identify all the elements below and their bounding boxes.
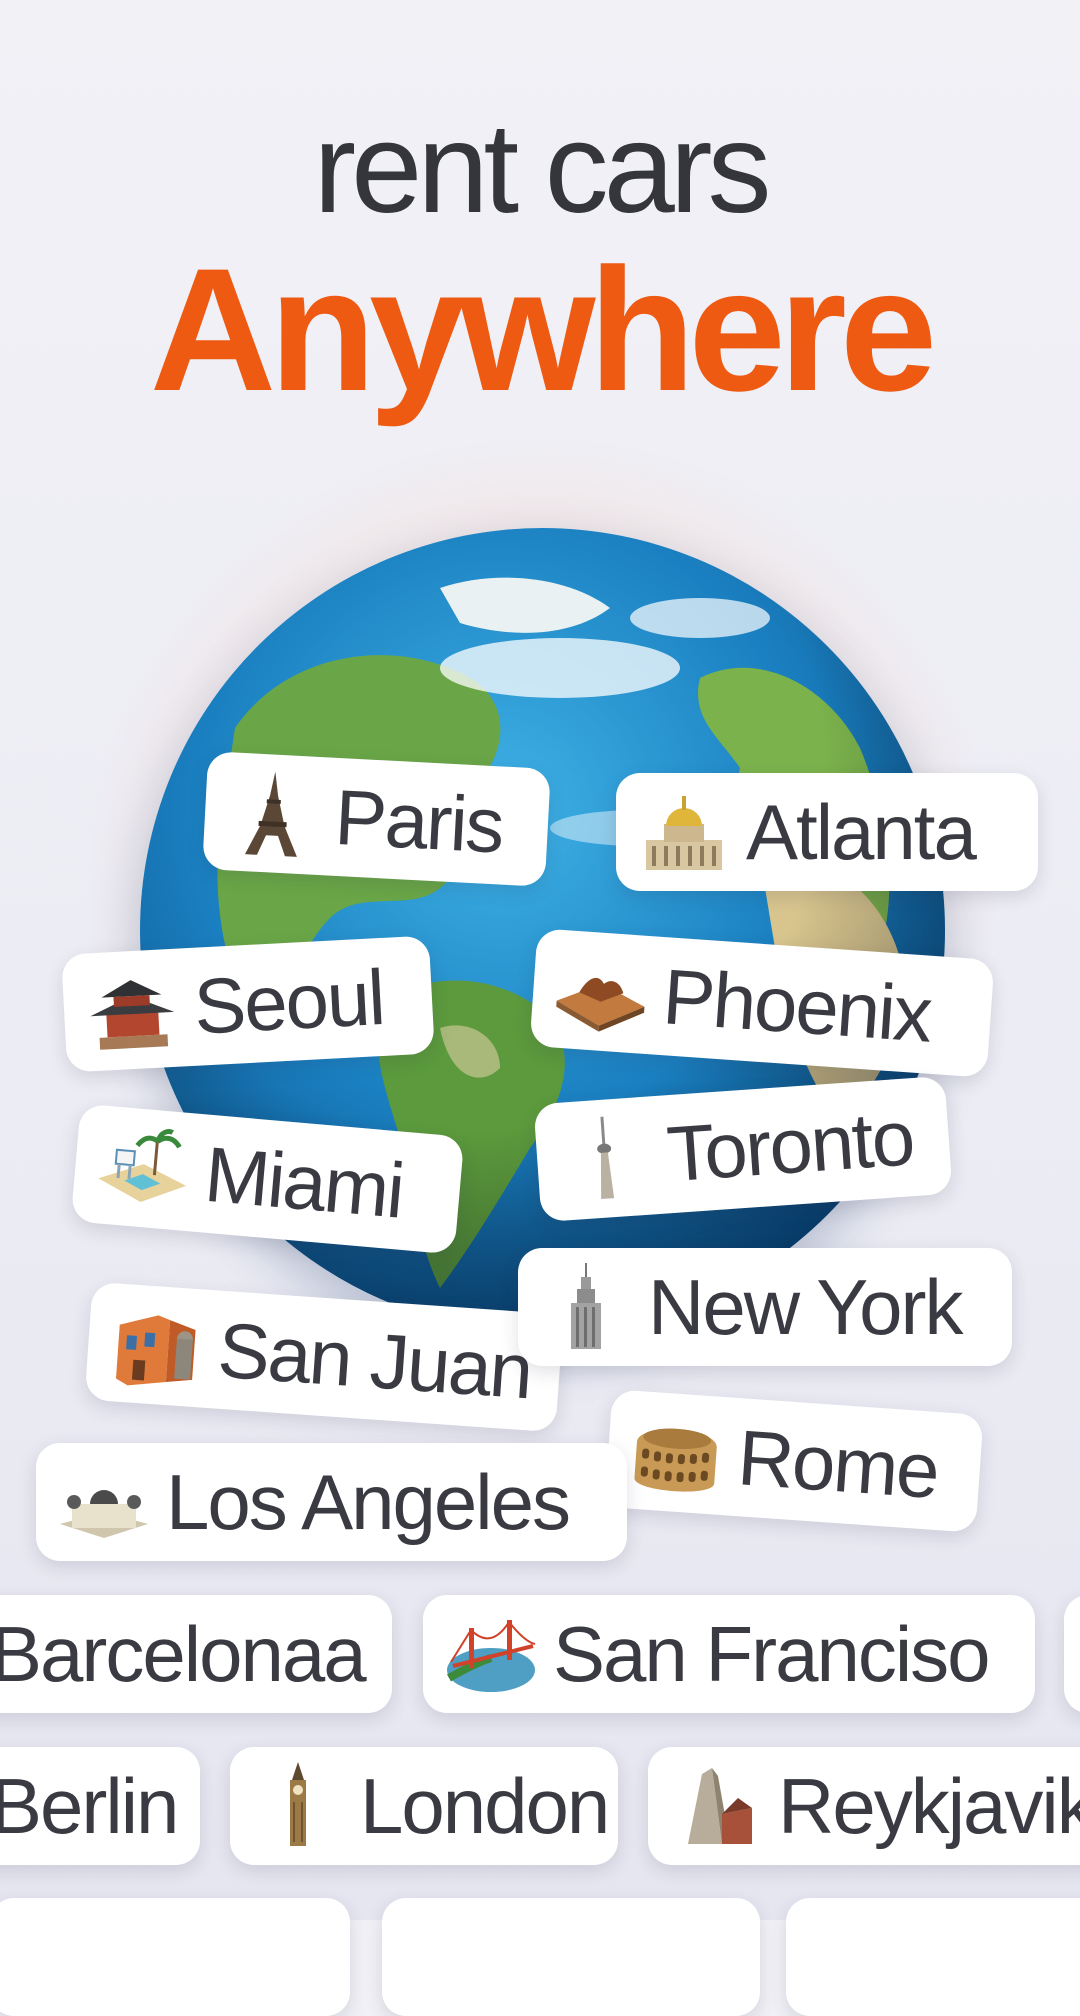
city-label: London [360,1762,610,1850]
city-chip-rome[interactable]: Rome [604,1389,984,1533]
city-label: San Franciso [553,1610,991,1698]
pagoda-icon [90,980,175,1050]
city-label: Atlanta [746,788,977,876]
headline-rent-cars: rent cars [313,97,772,240]
city-chip-san-franciso[interactable]: San Franciso [423,1595,1035,1713]
city-chip-partial-bottom-2[interactable] [382,1898,760,2016]
city-chip-partial-bottom-3[interactable] [786,1898,1080,2016]
city-chip-atlanta[interactable]: Atlanta [616,773,1038,891]
city-label: Berlin [0,1762,179,1850]
big-ben-icon [290,1762,306,1846]
colonial-house-icon [115,1315,196,1386]
city-chip-berlin[interactable]: Berlin [0,1747,200,1865]
capitol-building-icon [646,796,722,870]
city-label: Paris [332,772,505,870]
city-label: Phoenix [660,952,934,1059]
cn-tower-icon [597,1116,615,1200]
city-chip-partial-bottom-1[interactable] [0,1898,350,2016]
city-label: Barcelonaa [0,1610,367,1698]
city-label: Toronto [664,1093,916,1199]
golden-gate-icon [447,1620,536,1692]
city-chip-barcelonaa[interactable]: Barcelonaa [0,1595,392,1713]
city-chip-reykjavik[interactable]: Reykjavik [648,1747,1080,1865]
empire-state-icon [571,1263,601,1349]
eiffel-tower-icon [244,771,297,857]
city-chip-london[interactable]: London [230,1747,618,1865]
city-chip-los-angeles[interactable]: Los Angeles [36,1443,627,1561]
church-icon [688,1768,752,1844]
observatory-icon [60,1490,148,1538]
city-chip-seoul[interactable]: Seoul [61,935,435,1073]
city-label: Seoul [191,952,386,1051]
city-chip-partial-right[interactable] [1064,1595,1080,1713]
desert-mesa-icon [556,977,645,1032]
city-label: San Juan [215,1305,535,1416]
city-label: New York [648,1263,964,1351]
city-label: Rome [735,1413,941,1515]
colosseum-icon [634,1428,717,1492]
city-chip-paris[interactable]: Paris [202,751,551,887]
lifeguard-beach-icon [98,1129,187,1203]
headline-anywhere: Anywhere [149,233,937,428]
city-label: Reykjavik [778,1762,1080,1850]
city-label: Los Angeles [166,1458,571,1546]
city-label: Miami [201,1129,407,1235]
city-chip-new-york[interactable]: New York [518,1248,1012,1366]
